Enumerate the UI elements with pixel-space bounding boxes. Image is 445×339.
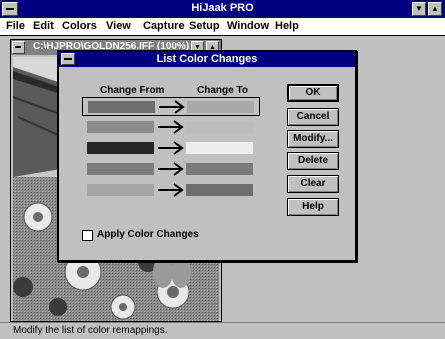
status-text: Modify the list of color remappings. <box>13 325 168 336</box>
dialog-title: List Color Changes <box>156 53 258 65</box>
menu-colors[interactable]: Colors <box>62 20 97 32</box>
color-change-row[interactable] <box>82 139 260 158</box>
app-title-bar: HiJaak PRO ▼ ▲ <box>0 0 445 18</box>
status-bar: Modify the list of color remappings. <box>0 322 445 339</box>
from-color-swatch <box>88 101 155 113</box>
from-color-swatch <box>87 121 154 133</box>
apply-color-changes-checkbox[interactable] <box>82 230 93 241</box>
from-color-swatch <box>87 142 154 154</box>
right-arrow-icon <box>159 100 185 114</box>
menu-bar: File Edit Colors View Capture Setup Wind… <box>0 18 445 36</box>
to-color-swatch <box>186 184 253 196</box>
cancel-button[interactable]: Cancel <box>287 108 339 126</box>
menu-setup[interactable]: Setup <box>189 20 220 32</box>
color-changes-list[interactable] <box>82 97 260 201</box>
color-change-row[interactable] <box>82 97 260 116</box>
app-title: HiJaak PRO <box>191 2 254 14</box>
minimize-button[interactable]: ▼ <box>412 2 426 16</box>
right-arrow-icon <box>158 162 184 176</box>
from-color-swatch <box>87 163 154 175</box>
delete-button[interactable]: Delete <box>287 152 339 170</box>
to-color-swatch <box>187 101 254 113</box>
maximize-button[interactable]: ▲ <box>428 2 442 16</box>
from-color-swatch <box>87 184 154 196</box>
menu-file[interactable]: File <box>6 20 25 32</box>
dialog-title-bar: List Color Changes <box>59 52 355 67</box>
right-arrow-icon <box>158 120 184 134</box>
right-arrow-icon <box>158 183 184 197</box>
color-change-row[interactable] <box>82 118 260 137</box>
apply-color-changes-label[interactable]: Apply Color Changes <box>97 229 199 240</box>
to-color-swatch <box>186 142 253 154</box>
modify-button[interactable]: Modify... <box>287 130 339 148</box>
to-color-swatch <box>186 121 253 133</box>
help-button[interactable]: Help <box>287 198 339 216</box>
menu-help[interactable]: Help <box>275 20 299 32</box>
menu-edit[interactable]: Edit <box>33 20 54 32</box>
color-change-row[interactable] <box>82 181 260 200</box>
change-from-header: Change From <box>100 85 165 96</box>
image-window-system-button[interactable] <box>12 41 25 54</box>
menu-window[interactable]: Window <box>227 20 269 32</box>
to-color-swatch <box>186 163 253 175</box>
change-to-header: Change To <box>197 85 248 96</box>
menu-capture[interactable]: Capture <box>143 20 185 32</box>
clear-button[interactable]: Clear <box>287 175 339 193</box>
ok-button[interactable]: OK <box>287 84 339 102</box>
menu-view[interactable]: View <box>106 20 131 32</box>
right-arrow-icon <box>158 141 184 155</box>
list-color-changes-dialog: List Color Changes Change From Change To <box>57 50 357 262</box>
color-change-row[interactable] <box>82 160 260 179</box>
